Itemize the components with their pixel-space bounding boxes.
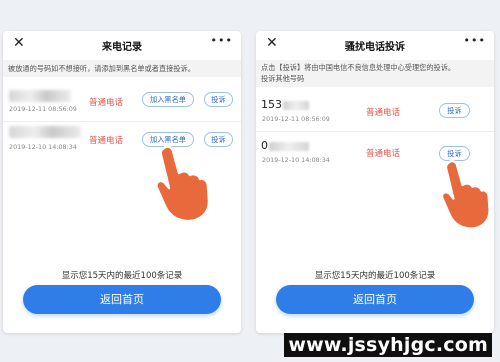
- report-other-number-link[interactable]: 投诉其他号码: [261, 73, 489, 84]
- add-blacklist-button[interactable]: 加入黑名单: [142, 92, 194, 107]
- report-button[interactable]: 投诉: [204, 92, 233, 107]
- report-button[interactable]: 投诉: [439, 103, 470, 118]
- blurred-digits: [269, 141, 309, 151]
- site-watermark: www.jssyhjgc.com: [284, 333, 492, 357]
- blurred-digits: [283, 100, 309, 110]
- more-icon[interactable]: •••: [211, 34, 233, 47]
- number-prefix: 153: [261, 98, 282, 111]
- phone-number: 0: [261, 139, 309, 152]
- call-record-row: 153 2019-12-11 08:56:09 普通电话 投诉: [256, 97, 494, 127]
- call-log-panel: ✕ 来电记录 ••• 被放通的号码如不想接听，请添加到黑名单或者直接投诉。 20…: [3, 31, 241, 333]
- blurred-number: [9, 126, 81, 138]
- report-header: ✕ 骚扰电话投诉 •••: [256, 31, 494, 59]
- call-log-header: ✕ 来电记录 •••: [3, 31, 241, 59]
- page-title: 骚扰电话投诉: [345, 42, 405, 53]
- call-type: 普通电话: [89, 98, 124, 108]
- call-type: 普通电话: [89, 136, 124, 146]
- more-icon[interactable]: •••: [464, 34, 486, 47]
- back-home-button[interactable]: 返回首页: [23, 285, 221, 314]
- call-time: 2019-12-11 08:56:09: [9, 105, 77, 113]
- blurred-number: [9, 90, 71, 102]
- call-type: 普通电话: [366, 149, 401, 159]
- call-time: 2019-12-10 14:08:34: [9, 143, 77, 151]
- call-time: 2019-12-11 08:56:09: [262, 115, 330, 123]
- number-prefix: 0: [261, 139, 268, 152]
- records-hint: 显示您15天内的最近100条记录: [61, 271, 183, 281]
- notice-banner: 点击【投诉】将由中国电信不良信息处理中心受理您的投诉。 投诉其他号码: [256, 60, 494, 88]
- pointing-hand-icon: [155, 145, 211, 223]
- pointing-hand-icon: [441, 160, 491, 230]
- back-home-button[interactable]: 返回首页: [276, 285, 474, 314]
- call-type: 普通电话: [366, 108, 401, 118]
- call-record-row: 2019-12-11 08:56:09 普通电话 加入黑名单 投诉: [3, 87, 241, 117]
- notice-banner: 被放通的号码如不想接听，请添加到黑名单或者直接投诉。: [3, 60, 241, 78]
- call-time: 2019-12-10 14:08:34: [262, 156, 330, 164]
- records-hint: 显示您15天内的最近100条记录: [314, 271, 436, 281]
- phone-number: 153: [261, 98, 309, 111]
- page-title: 来电记录: [102, 42, 142, 53]
- harassment-report-panel: ✕ 骚扰电话投诉 ••• 点击【投诉】将由中国电信不良信息处理中心受理您的投诉。…: [256, 31, 494, 333]
- divider: [256, 131, 494, 132]
- divider: [3, 121, 241, 122]
- notice-text: 点击【投诉】将由中国电信不良信息处理中心受理您的投诉。: [261, 63, 456, 72]
